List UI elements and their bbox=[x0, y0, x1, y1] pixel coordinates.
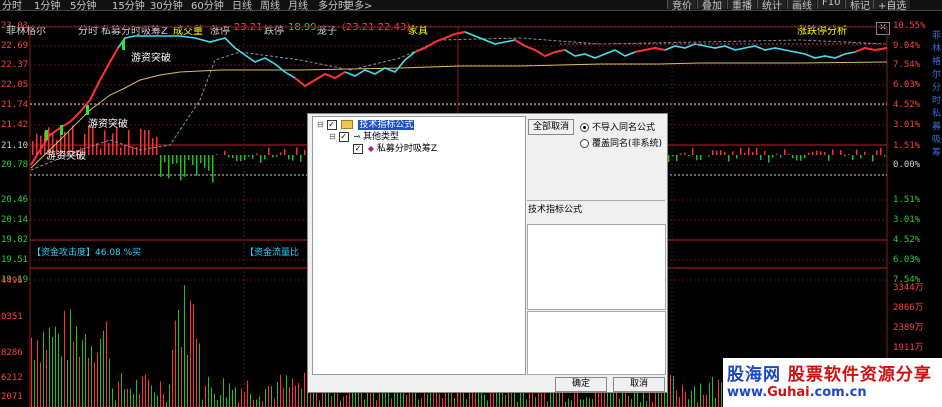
price-tick: 20.14 bbox=[1, 215, 29, 225]
fund-flow-label: 【资金流量比 bbox=[245, 248, 300, 258]
radio-dot-icon[interactable] bbox=[580, 123, 589, 132]
percent-tick: 10.55% bbox=[893, 21, 926, 31]
annotation-breakout-1: 游资突破 bbox=[131, 53, 171, 64]
radio-dot-icon[interactable] bbox=[580, 139, 589, 148]
formula-icon: ◆ bbox=[367, 144, 375, 153]
percent-tick: 4.52% bbox=[893, 235, 921, 245]
annotation-breakout-3: 游资突破 bbox=[46, 151, 86, 162]
percent-tick: 0.00% bbox=[893, 160, 921, 170]
percent-tick: 1.51% bbox=[893, 195, 921, 205]
volume-tick-right: 2866万 bbox=[893, 303, 924, 313]
formula-import-dialog: ⊟ ✓ 技术指标公式 ⊟ ✓ ⊸ 其他类型 ✓ ◆ 私募分时吸筹Z 全部取消 不… bbox=[307, 113, 668, 393]
price-tick: 22.69 bbox=[1, 41, 29, 51]
percent-tick: 6.03% bbox=[893, 80, 921, 90]
volume-tick-right: 1911万 bbox=[893, 343, 924, 353]
percent-tick: 9.04% bbox=[893, 41, 921, 51]
description-panel bbox=[527, 311, 666, 375]
price-tick: 21.42 bbox=[1, 120, 29, 130]
checkbox-icon[interactable]: ✓ bbox=[353, 143, 363, 154]
radio-skip-duplicates[interactable]: 不导入同名公式 bbox=[580, 120, 655, 133]
price-tick: 19.51 bbox=[1, 255, 29, 265]
vertical-caption: 菲林格尔分时私募吸筹 bbox=[932, 31, 942, 158]
formula-tree: ⊟ ✓ 技术指标公式 ⊟ ✓ ⊸ 其他类型 ✓ ◆ 私募分时吸筹Z bbox=[312, 116, 526, 375]
collapse-icon[interactable]: ⊟ bbox=[317, 120, 324, 129]
percent-tick: 3.01% bbox=[893, 120, 921, 130]
deselect-all-button[interactable]: 全部取消 bbox=[528, 119, 574, 135]
volume-tick-right: 2389万 bbox=[893, 323, 924, 333]
radio-overwrite-duplicates[interactable]: 覆盖同名(非系统) bbox=[580, 136, 662, 149]
price-tick: 20.46 bbox=[1, 195, 29, 205]
volume-tick-right: 3344万 bbox=[893, 283, 924, 293]
checkbox-icon[interactable]: ✓ bbox=[326, 119, 337, 130]
folder-icon bbox=[341, 120, 354, 129]
percent-tick: 3.01% bbox=[893, 215, 921, 225]
price-tick: 23.03 bbox=[1, 21, 29, 31]
info-panel bbox=[527, 224, 666, 310]
price-tick: 21.74 bbox=[1, 100, 29, 110]
price-tick: 22.37 bbox=[1, 60, 29, 70]
checkbox-icon[interactable]: ✓ bbox=[338, 131, 349, 142]
tree-category[interactable]: ⊟ ✓ ⊸ 其他类型 bbox=[329, 131, 399, 143]
percent-tick: 6.03% bbox=[893, 255, 921, 265]
tree-root-label: 技术指标公式 bbox=[358, 120, 415, 130]
tree-category-label: 其他类型 bbox=[363, 132, 400, 142]
ok-button[interactable]: 确定 bbox=[555, 377, 607, 392]
tree-leaf[interactable]: ✓ ◆ 私募分时吸筹Z bbox=[353, 143, 437, 155]
price-tick: 21.10 bbox=[1, 141, 29, 151]
price-tick: 19.82 bbox=[1, 235, 29, 245]
volume-tick: 4496 bbox=[1, 276, 23, 286]
price-tick: 22.05 bbox=[1, 80, 29, 90]
fund-strength-label: 【资金攻击度】46.08 %买 bbox=[32, 248, 142, 258]
percent-tick: 7.54% bbox=[893, 60, 921, 70]
percent-tick: 1.51% bbox=[893, 141, 921, 151]
price-tick: 20.78 bbox=[1, 160, 29, 170]
annotation-breakout-2: 游资突破 bbox=[88, 119, 128, 130]
volume-tick: 2071 bbox=[1, 392, 23, 402]
percent-tick: 4.52% bbox=[893, 100, 921, 110]
collapse-icon[interactable]: ⊟ bbox=[329, 132, 336, 141]
volume-tick: 0351 bbox=[1, 312, 23, 322]
cancel-button[interactable]: 取消 bbox=[613, 377, 665, 392]
volume-tick: 8286 bbox=[1, 348, 23, 358]
watermark-logo: 股海网 股票软件资源分享 www.Guhai.com.cn bbox=[723, 358, 942, 407]
volume-tick: 6212 bbox=[1, 373, 23, 383]
tree-leaf-label: 私募分时吸筹Z bbox=[376, 144, 438, 154]
info-title-panel: 技术指标公式 bbox=[527, 200, 665, 223]
key-icon: ⊸ bbox=[353, 132, 361, 141]
tree-root[interactable]: ⊟ ✓ 技术指标公式 bbox=[317, 119, 415, 131]
